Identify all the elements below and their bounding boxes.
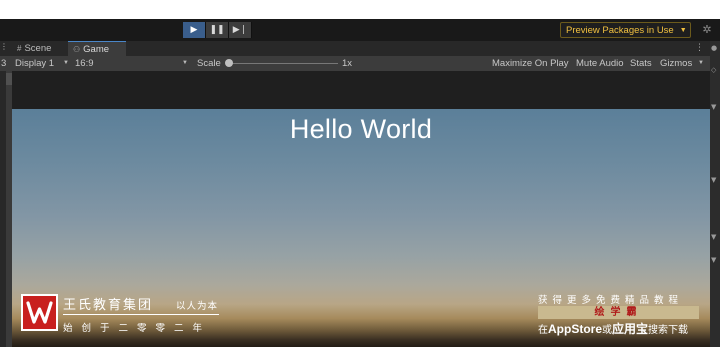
promo-prefix: 在: [538, 325, 548, 336]
right-side-panel: ● ◇ ▼ ▼ ▼ ▼: [710, 41, 720, 347]
right-panel-arrow-icon[interactable]: ▼: [711, 176, 719, 184]
promo-suffix: 搜索下载: [648, 325, 689, 336]
display-index: 3: [1, 58, 7, 69]
mute-audio-toggle[interactable]: Mute Audio: [576, 56, 624, 71]
tab-game[interactable]: ⚇ Game: [68, 41, 126, 56]
stats-toggle[interactable]: Stats: [630, 56, 652, 71]
main-toolbar: ▶ ❚❚ ▶❘ Preview Packages in Use ▼ ✲: [0, 19, 720, 41]
display-chevron-icon[interactable]: ▼: [63, 56, 69, 71]
game-view-controls: 3 Display 1 ▼ 16:9 ▼ Scale 1x Maximize O…: [0, 56, 710, 71]
right-panel-cube-icon: ◇: [711, 66, 717, 74]
wangshi-logo: [21, 294, 58, 331]
tab-game-label: Game: [83, 44, 110, 55]
brand-slogan: 以人为本: [176, 301, 219, 312]
scale-slider-track[interactable]: [228, 63, 338, 64]
right-panel-arrow-icon[interactable]: ▼: [711, 103, 719, 111]
pause-icon: ❚❚: [209, 25, 225, 35]
brand-since: 始创于二零零二年: [63, 323, 212, 334]
gizmos-toggle[interactable]: Gizmos: [660, 56, 692, 71]
right-panel-arrow-icon[interactable]: ▼: [711, 233, 719, 241]
right-panel-arrow-icon[interactable]: ▼: [711, 256, 719, 264]
top-margin: [0, 0, 720, 19]
gear-icon[interactable]: ✲: [700, 23, 714, 37]
play-controls: ▶ ❚❚ ▶❘: [183, 22, 252, 38]
preview-packages-button[interactable]: Preview Packages in Use ▼: [560, 22, 691, 38]
logo-w-icon: [26, 301, 53, 324]
promo-download-line: 在AppStore或应用宝搜索下载: [538, 320, 688, 337]
tab-scene-label: Scene: [24, 43, 52, 54]
tab-scene[interactable]: # Scene: [12, 41, 56, 56]
display-dropdown[interactable]: Display 1: [15, 56, 54, 71]
right-panel-dot-icon: ●: [711, 44, 718, 52]
gamepad-icon: ⚇: [73, 45, 81, 54]
scale-value: 1x: [342, 58, 353, 69]
maximize-on-play-toggle[interactable]: Maximize On Play: [492, 56, 569, 71]
tab-bar: # Scene ⚇ Game ⋮: [0, 41, 720, 56]
brand-name: 王氏教育集团: [63, 298, 154, 313]
promo-brand: 绘学霸: [538, 306, 699, 319]
grid-icon: #: [17, 44, 22, 53]
promo-appstore: AppStore: [548, 322, 602, 336]
step-button[interactable]: ▶❘: [229, 22, 252, 38]
scale-slider-handle[interactable]: [225, 59, 233, 67]
promo-yingyongbao: 应用宝: [612, 322, 649, 336]
preview-packages-label: Preview Packages in Use: [566, 24, 674, 36]
aspect-dropdown[interactable]: 16:9: [75, 56, 94, 71]
promo-line: 获得更多免费精品教程: [538, 295, 684, 306]
play-button[interactable]: ▶: [183, 22, 206, 38]
aspect-chevron-icon[interactable]: ▼: [182, 56, 188, 71]
hello-world-text: Hello World: [289, 114, 433, 144]
brand-divider: [63, 314, 219, 315]
letterbox-top: [12, 71, 710, 109]
left-menu-icon[interactable]: ⋮: [0, 42, 8, 51]
pause-button[interactable]: ❚❚: [206, 22, 229, 38]
promo-mid: 或: [602, 325, 612, 336]
chevron-down-icon: ▼: [679, 26, 687, 34]
gizmos-chevron-icon[interactable]: ▼: [698, 56, 704, 71]
play-icon: ▶: [190, 25, 198, 35]
step-icon: ▶❘: [232, 25, 248, 35]
scale-label: Scale: [197, 58, 221, 69]
more-options-icon[interactable]: ⋮: [695, 41, 704, 56]
